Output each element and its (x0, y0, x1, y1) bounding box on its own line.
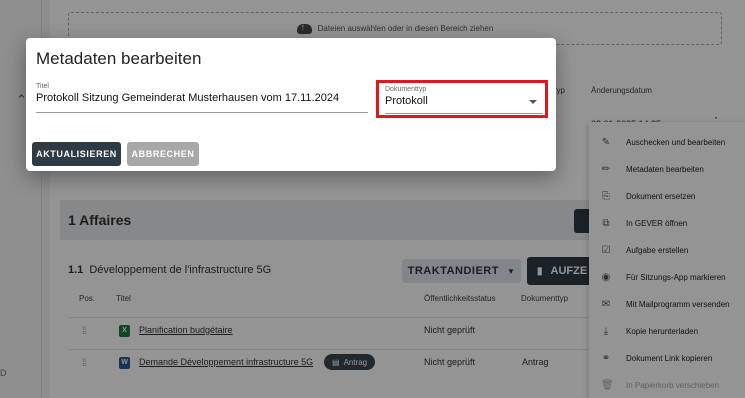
doctype-select[interactable]: Dokumenttyp Protokoll (385, 86, 543, 114)
doctype-value[interactable]: Protokoll (385, 95, 543, 107)
title-field-label: Titel (36, 83, 49, 90)
doctype-label: Dokumenttyp (385, 86, 427, 93)
dialog-title: Metadaten bearbeiten (36, 49, 202, 68)
cancel-button[interactable]: ABBRECHEN (127, 142, 199, 166)
title-field-value[interactable]: Protokoll Sitzung Gemeinderat Musterhaus… (36, 92, 368, 104)
title-field[interactable]: Titel Protokoll Sitzung Gemeinderat Must… (36, 83, 368, 113)
edit-metadata-dialog: Metadaten bearbeiten Titel Protokoll Sit… (26, 38, 556, 171)
caret-down-icon[interactable] (529, 100, 537, 104)
update-button[interactable]: AKTUALISIEREN (32, 142, 121, 166)
